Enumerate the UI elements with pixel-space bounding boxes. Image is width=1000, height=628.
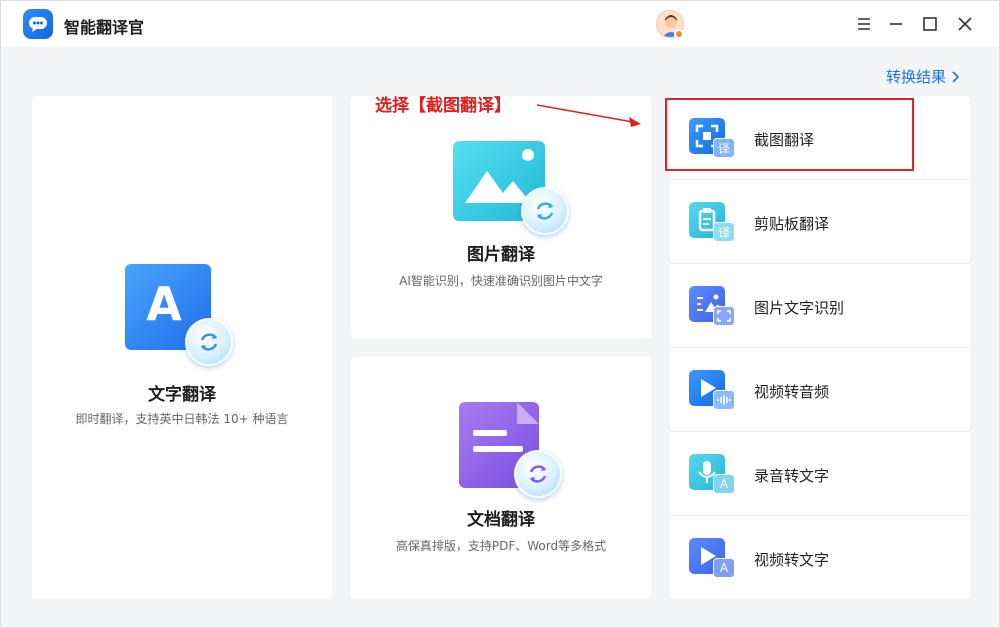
tool-sub-label: A (713, 474, 735, 494)
image-translate-title: 图片翻译 (467, 245, 535, 265)
document-translate-desc: 高保真排版，支持PDF、Word等多格式 (395, 539, 607, 553)
annotation-highlight-box (665, 98, 914, 171)
tools-panel: 译 截图翻译 译 剪贴板翻译 图片文字识别 视频转音频 A 录音转文字 A 视频… (670, 96, 970, 599)
text-translate-title: 文字翻译 (148, 385, 216, 405)
tool-label: 剪贴板翻译 (754, 215, 830, 233)
app-logo-icon (23, 9, 53, 39)
audio-wave-icon (713, 390, 735, 410)
image-ocr-icon (689, 286, 737, 326)
text-translate-icon: A (125, 264, 233, 366)
vip-badge-icon (674, 29, 684, 39)
video-to-audio-icon (689, 370, 737, 410)
tool-sub-label: A (713, 558, 735, 578)
tool-label: 图片文字识别 (754, 299, 845, 317)
tool-label: 视频转文字 (754, 551, 830, 569)
tool-sub-label: 译 (713, 222, 735, 242)
sync-icon (514, 450, 562, 498)
clipboard-translate-icon: 译 (689, 202, 737, 242)
annotation-label: 选择【截图翻译】 (375, 96, 511, 116)
scan-frame-icon (713, 306, 735, 326)
app-window: 智能翻译官 转换结果 A 文字翻译 即时翻译，支持英中日韩法 10+ 种语言 图… (0, 0, 1000, 628)
tool-image-ocr[interactable]: 图片文字识别 (670, 264, 970, 348)
conversion-results-label: 转换结果 (886, 68, 947, 86)
tool-label: 录音转文字 (754, 467, 830, 485)
text-translate-card[interactable]: A 文字翻译 即时翻译，支持英中日韩法 10+ 种语言 (32, 96, 332, 599)
close-icon[interactable] (952, 11, 978, 37)
sync-icon (521, 187, 569, 235)
image-translate-icon (453, 141, 571, 235)
tool-video-to-audio[interactable]: 视频转音频 (670, 348, 970, 432)
image-translate-card[interactable]: 图片翻译 AI智能识别，快速准确识别图片中文字 (351, 96, 651, 338)
audio-to-text-icon: A (689, 454, 737, 494)
text-translate-desc: 即时翻译，支持英中日韩法 10+ 种语言 (75, 412, 289, 426)
chevron-right-icon (952, 70, 960, 83)
conversion-results-link[interactable]: 转换结果 (886, 66, 960, 87)
document-translate-icon (459, 402, 569, 498)
video-to-text-icon: A (689, 538, 737, 578)
maximize-icon[interactable] (917, 11, 943, 37)
title-bar: 智能翻译官 (1, 1, 999, 47)
tool-audio-to-text[interactable]: A 录音转文字 (670, 432, 970, 516)
tool-label: 视频转音频 (754, 383, 830, 401)
tool-video-to-text[interactable]: A 视频转文字 (670, 516, 970, 600)
document-translate-card[interactable]: 文档翻译 高保真排版，支持PDF、Word等多格式 (351, 357, 651, 599)
minimize-icon[interactable] (883, 11, 909, 37)
sync-icon (185, 318, 233, 366)
image-translate-desc: AI智能识别，快速准确识别图片中文字 (399, 274, 603, 288)
tool-clipboard-translate[interactable]: 译 剪贴板翻译 (670, 180, 970, 264)
menu-icon[interactable] (851, 11, 877, 37)
text-icon-letter: A (146, 277, 182, 331)
document-translate-title: 文档翻译 (467, 510, 535, 530)
app-title: 智能翻译官 (64, 18, 145, 37)
